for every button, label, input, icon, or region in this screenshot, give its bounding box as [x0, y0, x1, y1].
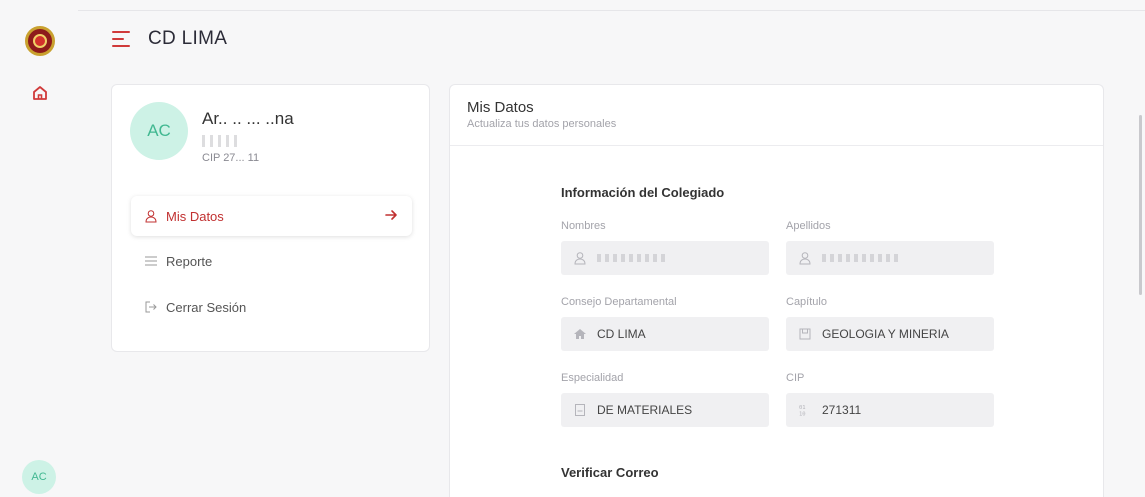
user-cip: CIP 27... 11: [202, 152, 260, 164]
menu-item-reporte[interactable]: Reporte: [131, 241, 412, 281]
label-apellidos: Apellidos: [786, 220, 831, 232]
user-name: Ar.. .. ... ..na: [202, 109, 294, 128]
data-panel-header: Mis Datos Actualiza tus datos personales: [450, 85, 1103, 146]
nombres-field[interactable]: [561, 241, 769, 275]
list-icon: [144, 254, 158, 268]
user-avatar-small[interactable]: AC: [22, 460, 56, 494]
menu-item-label: Cerrar Sesión: [166, 299, 247, 315]
avatar: AC: [130, 102, 188, 160]
data-panel: Mis Datos Actualiza tus datos personales…: [449, 84, 1104, 497]
especialidad-value: DE MATERIALES: [597, 403, 693, 417]
logo[interactable]: [25, 26, 55, 56]
user-icon: [144, 209, 158, 223]
home-icon[interactable]: [31, 84, 49, 102]
binary-icon: 01 10: [798, 403, 812, 417]
app-title: CD LIMA: [148, 28, 228, 49]
label-especialidad: Especialidad: [561, 372, 624, 384]
consejo-field[interactable]: CD LIMA: [561, 317, 769, 351]
apellidos-field[interactable]: [786, 241, 994, 275]
section-title-info: Información del Colegiado: [561, 185, 725, 200]
hamburger-menu-icon[interactable]: [112, 29, 136, 49]
nombres-value-redacted: [597, 254, 667, 262]
label-capitulo: Capítulo: [786, 296, 827, 308]
document-icon: [573, 403, 587, 417]
user-icon: [573, 251, 587, 265]
menu-item-label: Reporte: [166, 253, 213, 269]
capitulo-field[interactable]: GEOLOGIA Y MINERIA: [786, 317, 994, 351]
profile-card: AC Ar.. .. ... ..na CIP 27... 11 Mis Dat…: [111, 84, 430, 352]
user-subtitle-redacted: [202, 135, 242, 147]
logo-emblem: [33, 34, 47, 48]
panel-title: Mis Datos: [467, 99, 534, 116]
cip-value: 271311: [822, 403, 862, 417]
label-nombres: Nombres: [561, 220, 606, 232]
book-icon: [798, 327, 812, 341]
capitulo-value: GEOLOGIA Y MINERIA: [822, 327, 949, 341]
logout-icon: [144, 300, 158, 314]
svg-text:01: 01: [799, 405, 806, 411]
consejo-value: CD LIMA: [597, 327, 646, 341]
label-consejo: Consejo Departamental: [561, 296, 677, 308]
panel-subtitle: Actualiza tus datos personales: [467, 118, 617, 130]
arrow-right-icon: [384, 208, 398, 222]
sidebar-rail: AC: [0, 0, 78, 497]
apellidos-value-redacted: [822, 254, 902, 262]
scrollbar[interactable]: [1139, 115, 1142, 295]
svg-text:10: 10: [799, 412, 806, 418]
menu-item-mis-datos[interactable]: Mis Datos: [131, 196, 412, 236]
user-icon: [798, 251, 812, 265]
cip-field[interactable]: 01 10 271311: [786, 393, 994, 427]
header-divider: [78, 10, 1145, 11]
section-title-email: Verificar Correo: [561, 465, 659, 480]
especialidad-field[interactable]: DE MATERIALES: [561, 393, 769, 427]
label-cip: CIP: [786, 372, 805, 384]
menu-item-cerrar-sesion[interactable]: Cerrar Sesión: [131, 287, 412, 327]
home-icon: [573, 327, 587, 341]
menu-item-label: Mis Datos: [166, 208, 224, 224]
app-header: CD LIMA: [112, 28, 227, 50]
